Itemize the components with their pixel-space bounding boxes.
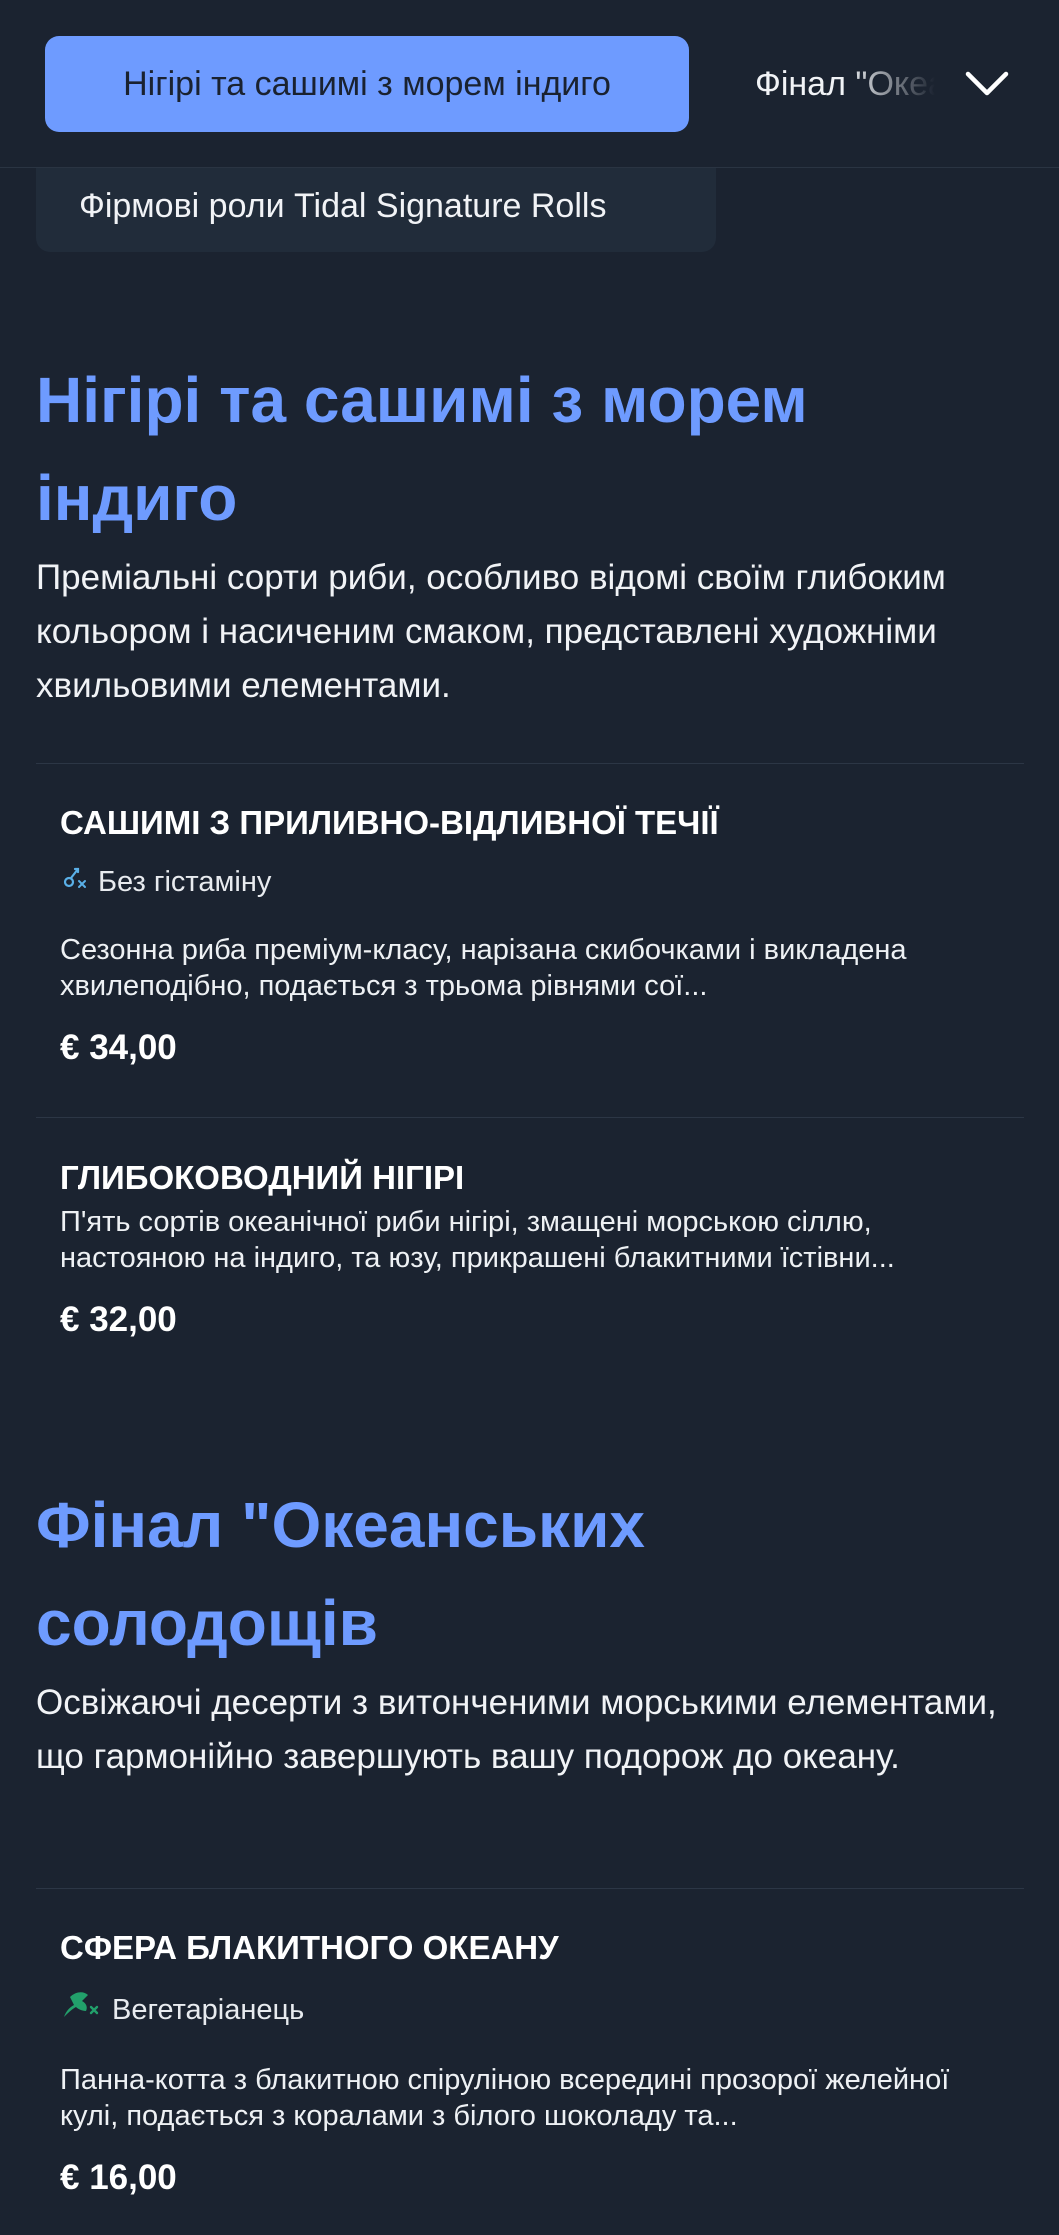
menu-item[interactable]: САШИМІ З ПРИЛИВНО-ВІДЛИВНОЇ ТЕЧІЇ Без гі… (60, 803, 990, 1070)
category-nav: Нігірі та сашимі з морем індиго Фінал "О… (0, 0, 1059, 168)
menu-item-name: СФЕРА БЛАКИТНОГО ОКЕАНУ (60, 1929, 559, 1966)
diet-tag: Вегетаріанець (60, 1987, 990, 2032)
histamine-free-icon (60, 862, 88, 902)
menu-item-price: € 32,00 (60, 1300, 177, 1339)
section-description: Освіжаючі десерти з витонченими морським… (36, 1683, 997, 1776)
category-chip-active[interactable]: Нігірі та сашимі з морем індиго (45, 36, 689, 132)
menu-item-price: € 34,00 (60, 1028, 177, 1067)
section-title: Фінал "Океанських солодощів (36, 1489, 645, 1659)
menu-page: Нігірі та сашимі з морем індиго Фінал "О… (0, 0, 1059, 2235)
section-title: Нігірі та сашимі з морем індиго (36, 364, 808, 534)
menu-item-name: ГЛИБОКОВОДНИЙ НІГІРІ (60, 1159, 465, 1196)
menu-item-price: € 16,00 (60, 2158, 177, 2197)
menu-item[interactable]: ГЛИБОКОВОДНИЙ НІГІРІ П'ять сортів океані… (60, 1158, 990, 1342)
chevron-down-icon[interactable] (955, 52, 1019, 116)
vegetarian-icon (60, 1987, 102, 2032)
menu-item[interactable]: СФЕРА БЛАКИТНОГО ОКЕАНУ Вегетаріанець Па… (60, 1928, 990, 2200)
menu-item-description: П'ять сортів океанічної риби нігірі, зма… (60, 1206, 895, 1274)
section-description: Преміальні сорти риби, особливо відомі с… (36, 558, 946, 705)
menu-item-name: САШИМІ З ПРИЛИВНО-ВІДЛИВНОЇ ТЕЧІЇ (60, 804, 719, 841)
category-chip-next[interactable]: Фінал "Океанських солодощів (755, 36, 935, 132)
divider (36, 1888, 1024, 1889)
menu-item-description: Сезонна риба преміум-класу, нарізана ски… (60, 934, 907, 1002)
diet-tag-label: Без гістаміну (98, 866, 272, 898)
diet-tag-label: Вегетаріанець (112, 1993, 305, 2026)
divider (36, 1117, 1024, 1118)
menu-item-description: Панна-котта з блакитною спіруліною всере… (60, 2064, 950, 2132)
category-chip-previous[interactable]: Фірмові роли Tidal Signature Rolls (36, 160, 716, 252)
diet-tag: Без гістаміну (60, 862, 990, 902)
divider (36, 763, 1024, 764)
